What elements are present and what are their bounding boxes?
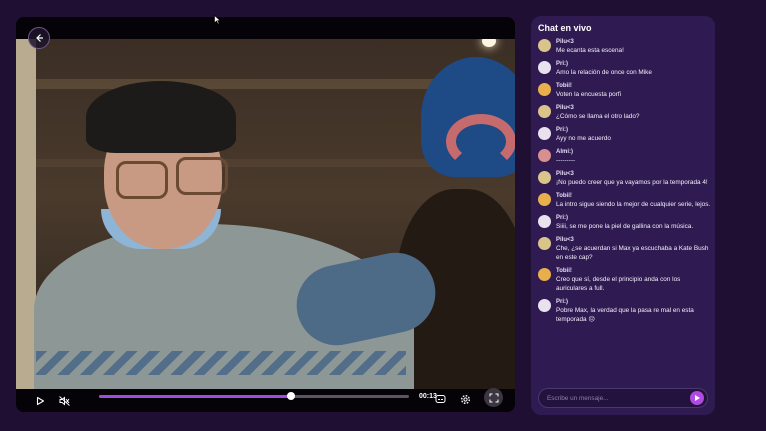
chat-username[interactable]: Tobii! — [556, 82, 712, 90]
chat-message: Almi:) --------- — [538, 148, 712, 165]
chat-message-body: Almi:) --------- — [556, 148, 712, 165]
scene-hair — [86, 81, 236, 153]
chat-message-text: Ayy no me acuerdo — [556, 135, 611, 142]
chat-username[interactable]: Pri:) — [556, 214, 712, 222]
chat-username[interactable]: Pilu<3 — [556, 104, 712, 112]
chat-message-text: ¡No puedo creer que ya vayamos por la te… — [556, 179, 708, 186]
chat-username[interactable]: Pilu<3 — [556, 236, 712, 244]
play-button[interactable] — [32, 393, 48, 409]
chat-message-body: Pri:) Ayy no me acuerdo — [556, 126, 712, 143]
progress-fill — [99, 395, 292, 398]
chat-message-text: La intro sigue siendo la mejor de cualqu… — [556, 201, 711, 208]
chat-message-text: ¿Cómo se llama el otro lado? — [556, 113, 640, 120]
avatar[interactable] — [538, 149, 551, 162]
send-icon — [695, 395, 700, 401]
chat-message: Pilu<3 Me ecanta esta escena! — [538, 38, 712, 55]
chat-message-text: Pobre Max, la verdad que la pasa re mal … — [556, 307, 694, 323]
chat-message-text: --------- — [556, 157, 576, 164]
back-button[interactable] — [28, 27, 50, 49]
volume-muted-icon — [58, 396, 70, 406]
chat-message-text: Creo que sí, desde el principio anda con… — [556, 276, 681, 292]
chat-message: Pri:) Ayy no me acuerdo — [538, 126, 712, 143]
progress-bar[interactable] — [99, 392, 409, 400]
chat-username[interactable]: Tobii! — [556, 267, 712, 275]
chat-username[interactable]: Pilu<3 — [556, 170, 712, 178]
chat-username[interactable]: Tobii! — [556, 192, 712, 200]
chat-message: Pilu<3 ¿Cómo se llama el otro lado? — [538, 104, 712, 121]
chat-username[interactable]: Pilu<3 — [556, 38, 712, 46]
message-input-wrap — [538, 388, 708, 408]
scene-light — [482, 39, 496, 47]
chat-message: Pilu<3 Che, ¿se acuerdan si Max ya escuch… — [538, 236, 712, 262]
chat-message-text: Me ecanta esta escena! — [556, 47, 624, 54]
scene-cap-detail — [446, 114, 515, 169]
avatar[interactable] — [538, 127, 551, 140]
chat-message-body: Pilu<3 ¿Cómo se llama el otro lado? — [556, 104, 712, 121]
chat-message-body: Tobii! La intro sigue siendo la mejor de … — [556, 192, 712, 209]
avatar[interactable] — [538, 105, 551, 118]
scene-glasses — [176, 157, 228, 195]
avatar[interactable] — [538, 299, 551, 312]
chat-message-text: Voten la encuesta porfi — [556, 91, 622, 98]
chat-message-text: Che, ¿se acuerdan si Max ya escuchaba a … — [556, 245, 709, 261]
settings-button[interactable] — [457, 391, 473, 407]
chat-message: Tobii! Voten la encuesta porfi — [538, 82, 712, 99]
chat-message-body: Tobii! Creo que sí, desde el principio an… — [556, 267, 712, 293]
chat-message: Pilu<3 ¡No puedo creer que ya vayamos por… — [538, 170, 712, 187]
play-icon — [36, 396, 45, 406]
arrow-left-icon — [36, 34, 43, 42]
chat-message-body: Pri:) Amo la relación de once con Mike — [556, 60, 712, 77]
avatar[interactable] — [538, 61, 551, 74]
chat-message-body: Pilu<3 Me ecanta esta escena! — [556, 38, 712, 55]
avatar[interactable] — [538, 193, 551, 206]
chat-message-body: Pilu<3 ¡No puedo creer que ya vayamos por… — [556, 170, 712, 187]
chat-title: Chat en vivo — [538, 23, 592, 33]
chat-message-body: Pri:) Siiii, se me pone la piel de gallin… — [556, 214, 712, 231]
send-button[interactable] — [690, 391, 704, 405]
chat-message-body: Pilu<3 Che, ¿se acuerdan si Max ya escuch… — [556, 236, 712, 262]
chat-username[interactable]: Pri:) — [556, 298, 712, 306]
chat-username[interactable]: Pri:) — [556, 126, 712, 134]
chat-message-body: Tobii! Voten la encuesta porfi — [556, 82, 712, 99]
mouse-cursor-icon — [214, 15, 221, 25]
scene-glasses — [116, 161, 168, 199]
fullscreen-icon — [489, 393, 498, 402]
subtitles-icon — [435, 395, 445, 403]
chat-message: Pri:) Pobre Max, la verdad que la pasa re… — [538, 298, 712, 324]
chat-message: Pri:) Siiii, se me pone la piel de gallin… — [538, 214, 712, 231]
mute-button[interactable] — [56, 393, 72, 409]
avatar[interactable] — [538, 237, 551, 250]
chat-message: Pri:) Amo la relación de once con Mike — [538, 60, 712, 77]
live-chat-panel: Chat en vivo Pilu<3 Me ecanta esta escena… — [531, 16, 715, 415]
chat-message: Tobii! La intro sigue siendo la mejor de … — [538, 192, 712, 209]
scene-wall — [16, 39, 36, 389]
video-player[interactable]: 00:13 — [16, 17, 515, 412]
settings-icon — [460, 394, 470, 404]
avatar[interactable] — [538, 215, 551, 228]
subtitles-button[interactable] — [432, 391, 448, 407]
video-frame[interactable] — [16, 39, 515, 389]
scene-sweater-pattern — [36, 351, 406, 375]
avatar[interactable] — [538, 268, 551, 281]
chat-username[interactable]: Almi:) — [556, 148, 712, 156]
chat-messages[interactable]: Pilu<3 Me ecanta esta escena! Pri:) Amo la … — [538, 38, 712, 329]
chat-username[interactable]: Pri:) — [556, 60, 712, 68]
chat-message-text: Siiii, se me pone la piel de gallina con… — [556, 223, 694, 230]
avatar[interactable] — [538, 83, 551, 96]
message-input[interactable] — [547, 392, 687, 404]
chat-message: Tobii! Creo que sí, desde el principio an… — [538, 267, 712, 293]
avatar[interactable] — [538, 171, 551, 184]
chat-message-text: Amo la relación de once con Mike — [556, 69, 652, 76]
avatar[interactable] — [538, 39, 551, 52]
chat-message-body: Pri:) Pobre Max, la verdad que la pasa re… — [556, 298, 712, 324]
fullscreen-button[interactable] — [484, 388, 503, 407]
